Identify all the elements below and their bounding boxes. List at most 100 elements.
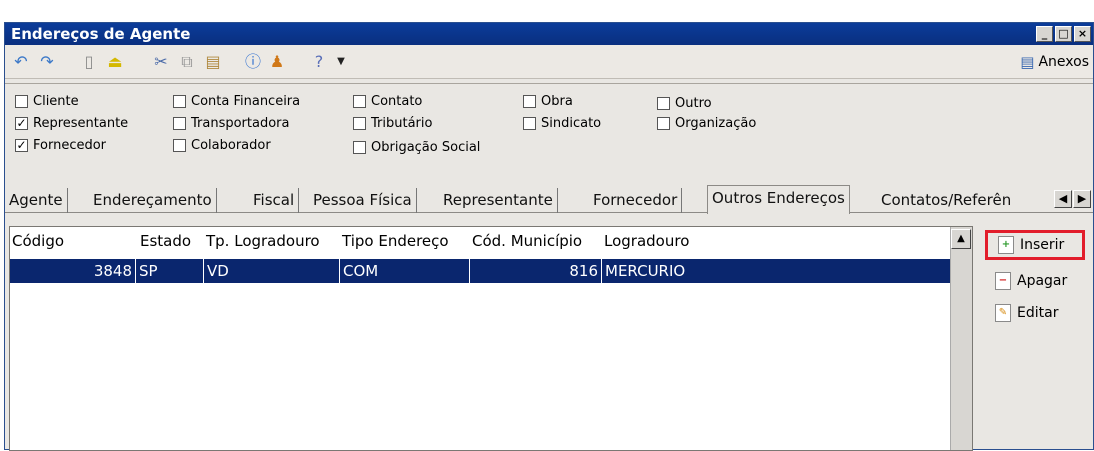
inserir-button[interactable]: + Inserir	[985, 230, 1085, 260]
checkbox-contato[interactable]: Contato	[353, 94, 422, 109]
cell-logradouro: MERCURIO	[605, 262, 686, 280]
edit-document-icon: ✎	[995, 304, 1011, 322]
toolbar: ↶ ↷ ▯ ⏏ ✂ ⧉ ▤ ⓘ ♟ ? ▼ ▤ Anexos	[5, 45, 1093, 79]
checkbox-conta-financeira[interactable]: Conta Financeira	[173, 94, 300, 109]
tab-contatos-referencias[interactable]: Contatos/Referên	[877, 188, 1027, 213]
attachment-icon: ▤	[1020, 53, 1035, 71]
checkbox-box[interactable]	[523, 117, 536, 130]
agent-type-checkboxes: Cliente ✓ Representante ✓ Fornecedor Conta…	[5, 83, 1093, 183]
grid-header: Código Estado Tp. Logradouro Tipo Endere…	[10, 227, 950, 255]
tab-fiscal[interactable]: Fiscal	[249, 188, 300, 213]
tab-enderecamento[interactable]: Endereçamento	[89, 188, 217, 213]
checkbox-box[interactable]	[353, 141, 366, 154]
checkbox-cliente[interactable]: Cliente	[15, 94, 79, 109]
tab-representante[interactable]: Representante	[439, 188, 558, 213]
cell-codigo: 3848	[10, 259, 136, 283]
redo-icon[interactable]: ↷	[37, 53, 57, 71]
checkbox-box[interactable]	[173, 117, 186, 130]
checkbox-label: Transportadora	[191, 116, 290, 131]
cut-icon[interactable]: ✂	[151, 53, 171, 71]
checkbox-transportadora[interactable]: Transportadora	[173, 116, 289, 131]
checkbox-representante[interactable]: ✓ Representante	[15, 116, 128, 131]
column-header-codigo[interactable]: Código	[12, 227, 64, 255]
column-header-logradouro[interactable]: Logradouro	[604, 227, 689, 255]
column-header-tipo-endereco[interactable]: Tipo Endereço	[342, 227, 449, 255]
checkbox-label: Representante	[33, 116, 129, 131]
checkbox-fornecedor[interactable]: ✓ Fornecedor	[15, 138, 106, 153]
vertical-scrollbar[interactable]: ▲	[950, 227, 972, 450]
checkbox-label: Fornecedor	[33, 138, 107, 153]
checkbox-box[interactable]	[523, 95, 536, 108]
info-icon[interactable]: ⓘ	[243, 53, 263, 71]
checkbox-box[interactable]	[353, 95, 366, 108]
checkbox-label: Conta Financeira	[191, 94, 301, 109]
checkbox-obrigacao-social[interactable]: Obrigação Social	[353, 140, 480, 155]
editar-label: Editar	[1017, 305, 1059, 321]
main-window: Endereços de Agente _ □ × ↶ ↷ ▯ ⏏ ✂ ⧉ ▤ …	[4, 22, 1094, 451]
checkbox-label: Cliente	[33, 94, 79, 109]
cell-cod-municipio: 816	[470, 259, 602, 283]
window-title: Endereços de Agente	[11, 25, 191, 43]
checkbox-box[interactable]	[173, 95, 186, 108]
column-header-cod-municipio[interactable]: Cód. Município	[472, 227, 582, 255]
checkbox-box[interactable]: ✓	[15, 139, 28, 152]
checkbox-outro[interactable]: Outro	[657, 96, 712, 111]
tab-scroll-right-icon[interactable]: ▶	[1073, 190, 1091, 208]
checkbox-organizacao[interactable]: Organização	[657, 116, 756, 131]
table-row[interactable]: 3848 SP VD COM 816 MERCURIO	[10, 259, 950, 283]
apagar-label: Apagar	[1017, 273, 1068, 289]
checkbox-box[interactable]	[353, 117, 366, 130]
checkbox-label: Tributário	[371, 116, 433, 131]
anexos-label: Anexos	[1038, 54, 1089, 70]
editar-button[interactable]: ✎ Editar	[985, 298, 1085, 328]
checkbox-label: Colaborador	[191, 138, 271, 153]
new-document-icon[interactable]: ▯	[79, 53, 99, 71]
minimize-button[interactable]: _	[1036, 26, 1053, 42]
paste-icon[interactable]: ▤	[203, 53, 223, 71]
checkbox-label: Outro	[675, 96, 712, 111]
dropdown-arrow-icon[interactable]: ▼	[331, 53, 351, 71]
apagar-button[interactable]: − Apagar	[985, 266, 1085, 296]
undo-icon[interactable]: ↶	[11, 53, 31, 71]
checkbox-tributario[interactable]: Tributário	[353, 116, 432, 131]
column-header-tp-logradouro[interactable]: Tp. Logradouro	[206, 227, 320, 255]
checkbox-box[interactable]: ✓	[15, 117, 28, 130]
window-controls: _ □ ×	[1036, 26, 1091, 42]
tab-scroll-controls: ◀ ▶	[1054, 190, 1091, 208]
column-header-estado[interactable]: Estado	[140, 227, 191, 255]
checkbox-box[interactable]	[657, 117, 670, 130]
tab-bar: Agente Endereçamento Fiscal Pessoa Físic…	[5, 185, 1093, 214]
maximize-button[interactable]: □	[1055, 26, 1072, 42]
add-document-icon: +	[998, 236, 1014, 254]
tab-pessoa-fisica[interactable]: Pessoa Física	[309, 188, 417, 213]
checkbox-label: Obra	[541, 94, 573, 109]
remove-document-icon: −	[995, 272, 1011, 290]
tab-agente[interactable]: Agente	[5, 188, 68, 213]
copy-icon[interactable]: ⧉	[177, 53, 197, 71]
cell-tp-logradouro: VD	[204, 259, 340, 283]
addresses-grid: Código Estado Tp. Logradouro Tipo Endere…	[9, 226, 973, 451]
checkbox-colaborador[interactable]: Colaborador	[173, 138, 271, 153]
title-bar: Endereços de Agente _ □ ×	[5, 23, 1093, 45]
action-buttons: + Inserir − Apagar ✎ Editar	[981, 226, 1091, 451]
tab-fornecedor[interactable]: Fornecedor	[589, 188, 683, 213]
checkbox-sindicato[interactable]: Sindicato	[523, 116, 601, 131]
users-icon[interactable]: ♟	[267, 53, 287, 71]
cell-tipo-endereco: COM	[340, 259, 470, 283]
checkbox-label: Sindicato	[541, 116, 602, 131]
checkbox-label: Obrigação Social	[371, 140, 481, 155]
help-icon[interactable]: ?	[309, 53, 329, 71]
cell-estado: SP	[136, 259, 204, 283]
close-button[interactable]: ×	[1074, 26, 1091, 42]
checkbox-obra[interactable]: Obra	[523, 94, 573, 109]
checkbox-label: Contato	[371, 94, 423, 109]
anexos-button[interactable]: ▤ Anexos	[1020, 53, 1089, 71]
eject-icon[interactable]: ⏏	[105, 53, 125, 71]
tab-outros-enderecos[interactable]: Outros Endereços	[707, 185, 850, 214]
checkbox-box[interactable]	[173, 139, 186, 152]
checkbox-label: Organização	[675, 116, 757, 131]
checkbox-box[interactable]	[657, 97, 670, 110]
checkbox-box[interactable]	[15, 95, 28, 108]
scroll-up-icon[interactable]: ▲	[951, 229, 971, 249]
tab-scroll-left-icon[interactable]: ◀	[1054, 190, 1072, 208]
